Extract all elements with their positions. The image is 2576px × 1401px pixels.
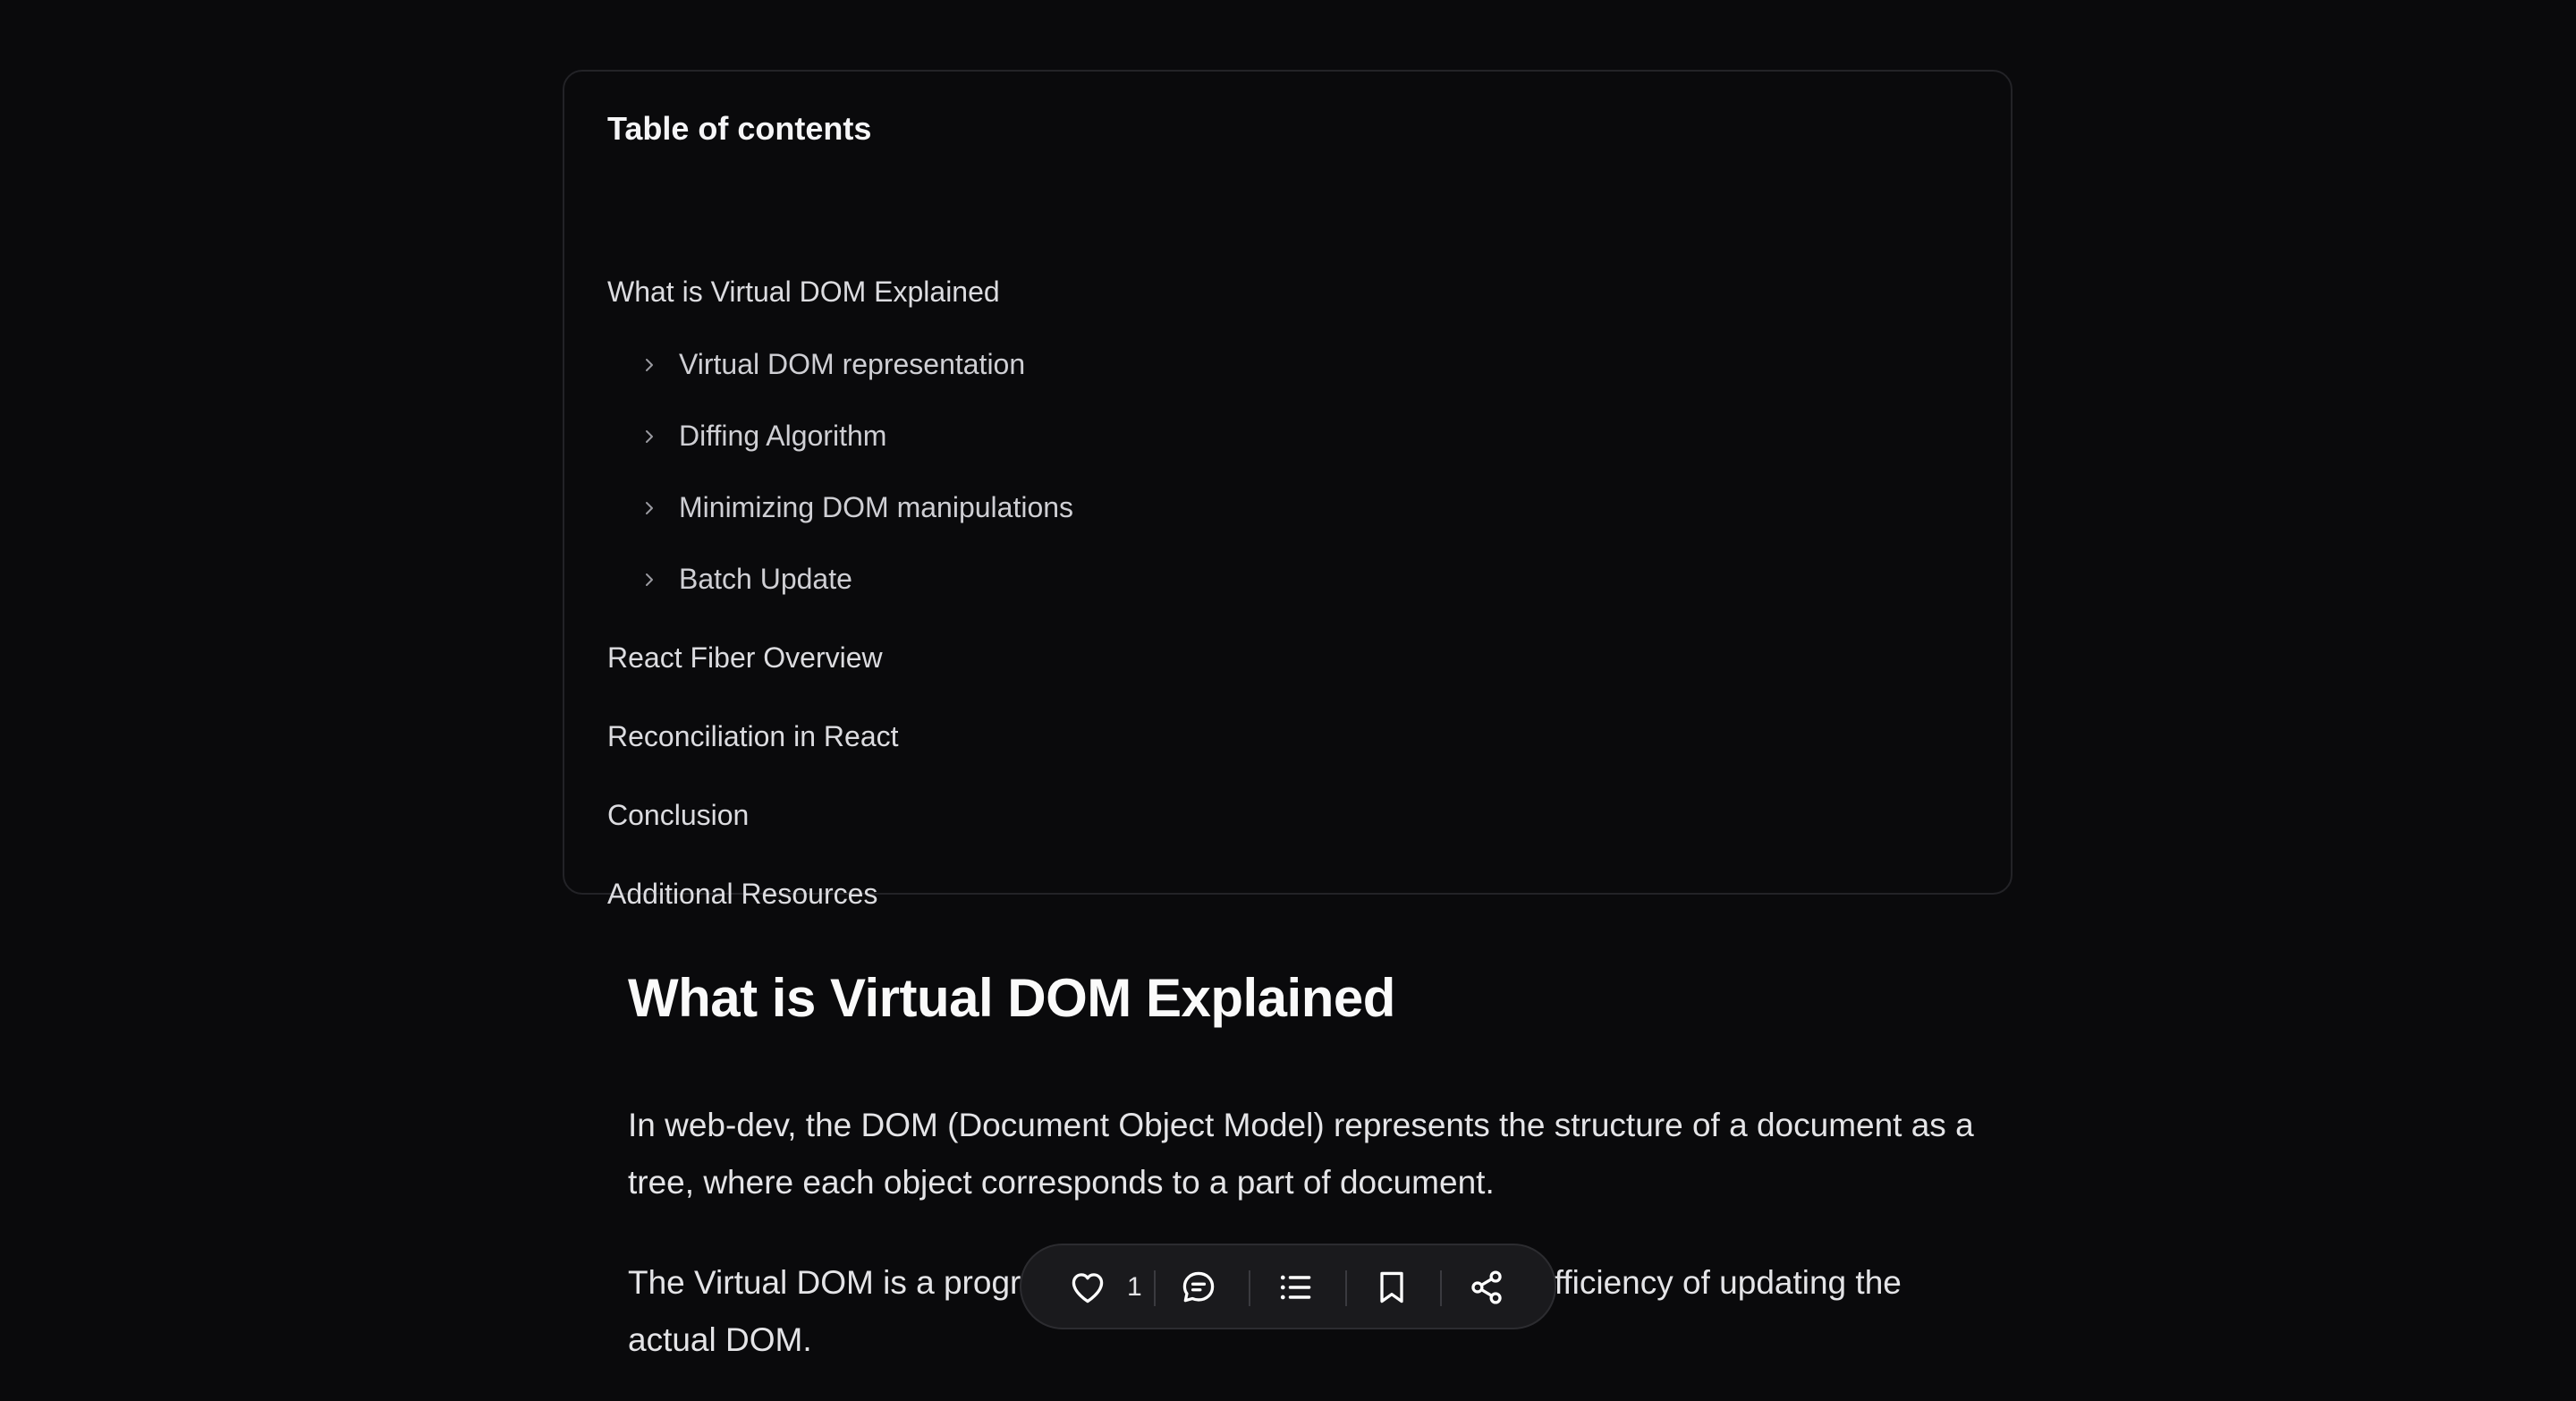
page: Table of contents What is Virtual DOM Ex… [0,0,2576,1401]
bookmark-button[interactable] [1372,1267,1411,1308]
bookmark-icon [1380,1271,1403,1303]
toc-link-reconciliation-in-react[interactable]: Reconciliation in React [607,722,899,751]
toc-link-additional-resources[interactable]: Additional Resources [607,879,877,908]
chevron-right-icon [646,573,653,586]
share-icon [1471,1270,1502,1304]
chevron-right-icon [646,502,653,514]
share-button[interactable] [1467,1267,1506,1308]
like-button[interactable]: 1 [1068,1267,1142,1308]
heart-icon [1072,1273,1104,1303]
toc-link-batch-update[interactable]: Batch Update [679,565,852,593]
toc-link-conclusion[interactable]: Conclusion [607,801,749,829]
divider [1249,1270,1250,1306]
toc-link-minimizing-dom-manipulations[interactable]: Minimizing DOM manipulations [679,493,1073,522]
comment-icon [1182,1271,1215,1303]
chevron-right-icon [646,430,653,443]
floating-action-bar: 1 [1020,1244,1556,1329]
list-icon [1280,1275,1311,1300]
toc-link-diffing-algorithm[interactable]: Diffing Algorithm [679,421,886,450]
divider [1440,1270,1442,1306]
comment-button[interactable] [1179,1267,1218,1308]
like-count: 1 [1127,1272,1142,1302]
divider [1345,1270,1347,1306]
toc-link-what-is-virtual-dom[interactable]: What is Virtual DOM Explained [607,277,1000,306]
table-of-contents: Table of contents What is Virtual DOM Ex… [563,70,2012,908]
article-paragraph: In web-dev, the DOM (Document Object Mod… [628,1107,1974,1201]
article-heading: What is Virtual DOM Explained [628,968,1395,1028]
divider [1154,1270,1156,1306]
toc-toggle-button[interactable] [1275,1267,1315,1308]
chevron-right-icon [646,359,653,371]
toc-link-react-fiber-overview[interactable]: React Fiber Overview [607,643,883,672]
toc-link-virtual-dom-representation[interactable]: Virtual DOM representation [679,350,1025,378]
toc-title: Table of contents [607,110,872,147]
